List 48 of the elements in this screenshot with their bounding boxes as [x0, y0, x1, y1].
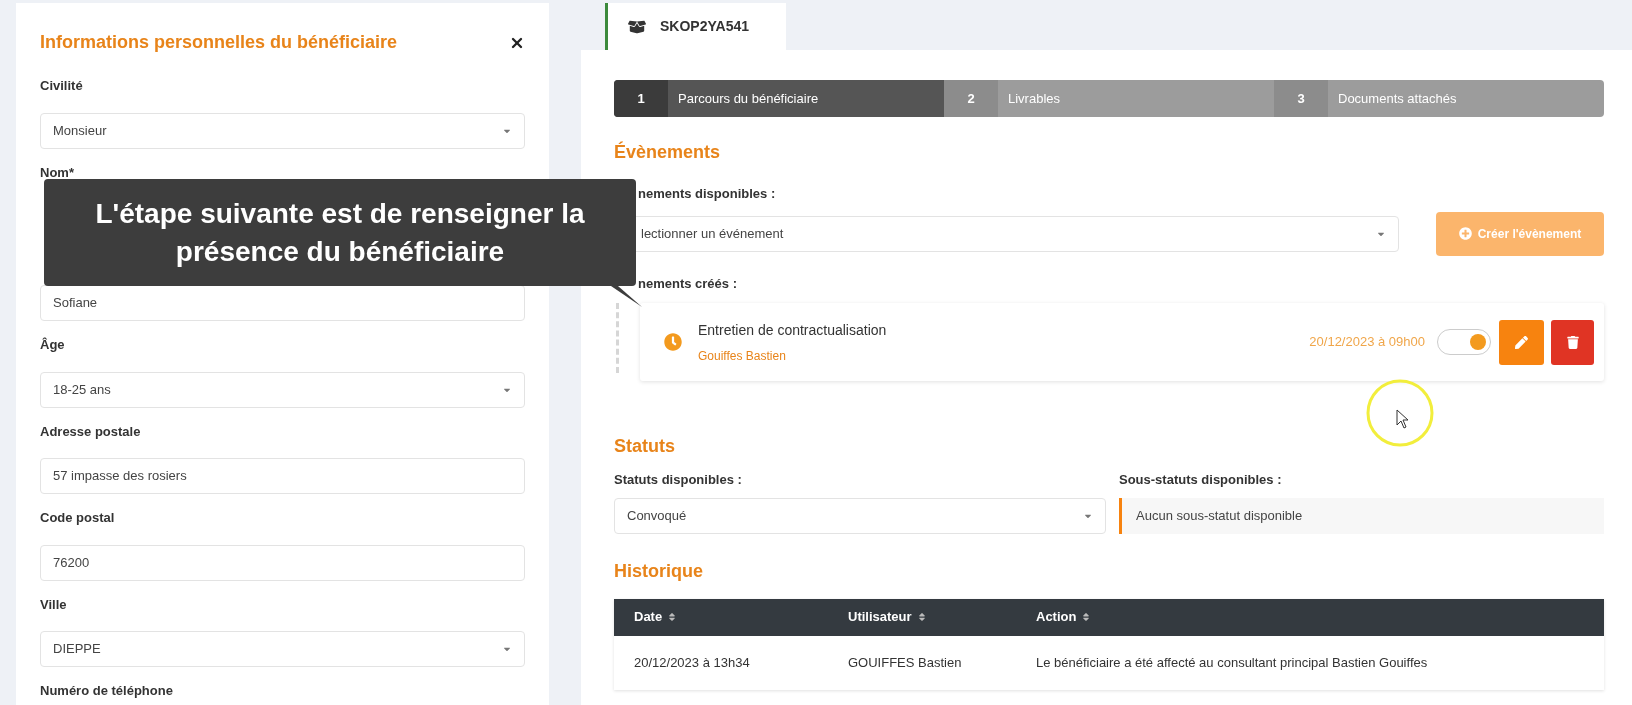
table-cell-text: GOUIFFES Bastien	[848, 653, 963, 672]
event-datetime: 20/12/2023 à 09h00	[1309, 333, 1425, 352]
section-heading: Statuts	[614, 435, 676, 458]
toggle-switch[interactable]	[1437, 329, 1491, 355]
table-cell-text: Le bénéficiaire a été affecté au consultant principal Bastien Gouiffes	[1036, 653, 1429, 672]
field-label: Adresse postale	[40, 422, 142, 441]
column-header[interactable]: Date	[634, 607, 848, 627]
sort-icon	[917, 612, 926, 622]
field-label: Numéro de téléphone	[40, 682, 174, 700]
column-header[interactable]: Action	[1036, 607, 1584, 627]
input-field[interactable]: Sofiane	[40, 285, 525, 321]
tooltip-pointer	[611, 286, 642, 307]
field-label: Statuts disponibles :	[614, 471, 743, 489]
cursor-highlight	[1365, 378, 1435, 448]
field-label: nements disponibles :	[637, 185, 777, 203]
clock-icon	[664, 333, 682, 351]
trash-icon	[1566, 335, 1579, 349]
sort-icon	[668, 612, 677, 622]
section-heading: Évènements	[614, 140, 722, 164]
field-label: Ville	[40, 595, 68, 614]
event-author: Gouiffes Bastien	[698, 347, 787, 365]
edit-button[interactable]	[1499, 319, 1544, 365]
field-label: Code postal	[40, 509, 116, 527]
select-field[interactable]: Convoqué	[614, 497, 1106, 534]
cursor-icon	[1396, 409, 1410, 429]
table-cell-text: 20/12/2023 à 13h34	[634, 653, 751, 672]
guide-tooltip: L'étape suivante est de renseigner la présence du bénéficiaire	[44, 179, 636, 286]
pencil-icon	[1515, 335, 1528, 349]
sort-icon	[1082, 612, 1091, 622]
section-heading: Historique	[614, 559, 704, 583]
column-header[interactable]: Utilisateur	[848, 607, 1036, 627]
input-field[interactable]: 76200	[40, 544, 525, 581]
field-label: Nom*	[40, 163, 75, 182]
info-text: Aucun sous-statut disponible	[1136, 506, 1303, 525]
select-field[interactable]: DIEPPE	[40, 631, 525, 667]
record-tab[interactable]: SKOP2YA541	[605, 3, 786, 50]
field-label: Âge	[40, 336, 66, 354]
select-field[interactable]: Monsieur	[40, 112, 525, 149]
field-label: nements créés :	[637, 274, 738, 293]
field-label: Sous-statuts disponibles :	[1119, 471, 1283, 489]
select-field[interactable]: 18-25 ans	[40, 371, 525, 408]
delete-button[interactable]	[1551, 319, 1594, 365]
field-label: Civilité	[40, 77, 84, 95]
input-field[interactable]: 57 impasse des rosiers	[40, 458, 525, 494]
step-tab[interactable]: 1 Parcours du bénéficiaire	[614, 80, 944, 117]
box-icon	[628, 18, 646, 35]
event-title: Entretien de contractualisation	[698, 320, 887, 340]
panel-title: Informations personnelles du bénéficiaire	[40, 31, 398, 54]
